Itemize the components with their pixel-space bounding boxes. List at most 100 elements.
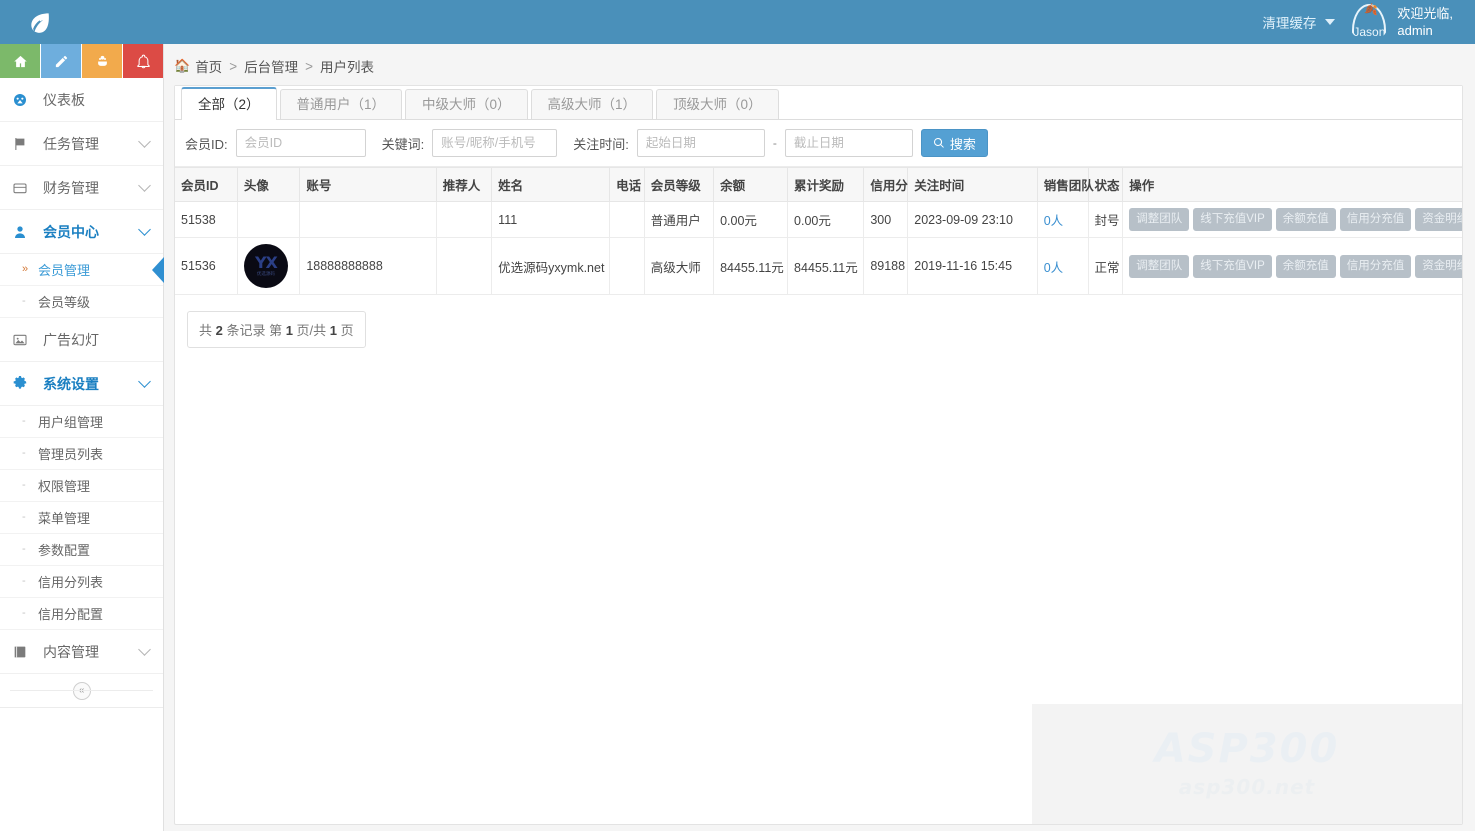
tab-normal-user[interactable]: 普通用户（1） (280, 89, 403, 119)
col-account: 账号 (300, 168, 436, 202)
sidebar-item-label: 系统设置 (34, 374, 140, 394)
clear-cache-dropdown[interactable]: 清理缓存 (1248, 0, 1349, 44)
col-balance: 余额 (714, 168, 788, 202)
quick-action-home[interactable] (0, 44, 40, 78)
cell-referrer (436, 202, 491, 238)
cell-member-id: 51538 (175, 202, 237, 238)
cell-credit: 89188 (864, 238, 908, 295)
credit-recharge-button[interactable]: 信用分充值 (1340, 255, 1412, 278)
offline-vip-recharge-button[interactable]: 线下充值VIP (1193, 255, 1272, 278)
tab-senior-master[interactable]: 高级大师（1） (531, 89, 654, 119)
welcome-text: 欢迎光临, admin (1397, 5, 1453, 39)
credit-recharge-button[interactable]: 信用分充值 (1340, 208, 1412, 231)
search-button[interactable]: 搜索 (921, 129, 988, 157)
sidebar-item-credit-score-list[interactable]: - 信用分列表 (0, 566, 163, 598)
cell-account (300, 202, 436, 238)
sidebar-subitem-label: 用户组管理 (38, 412, 103, 431)
sidebar-item-admin-list[interactable]: - 管理员列表 (0, 438, 163, 470)
member-id-input[interactable] (236, 129, 366, 157)
cell-balance: 0.00元 (714, 202, 788, 238)
sidebar-item-member-management[interactable]: » 会员管理 (0, 254, 163, 286)
cell-member-id: 51536 (175, 238, 237, 295)
breadcrumb: 🏠 首页 > 后台管理 > 用户列表 (164, 44, 1475, 85)
row-action-group: 调整团队 线下充值VIP 余额充值 信用分充值 资金明细 信用分明细 详细信息 (1129, 255, 1462, 278)
date-start-input[interactable] (637, 129, 765, 157)
home-icon: 🏠 (174, 58, 190, 74)
page-scrollbar[interactable] (1469, 0, 1475, 831)
dash-icon: - (22, 512, 32, 523)
fund-details-button[interactable]: 资金明细 (1415, 208, 1462, 231)
sidebar-item-permission-management[interactable]: - 权限管理 (0, 470, 163, 502)
date-end-input[interactable] (785, 129, 913, 157)
flag-icon (12, 136, 34, 152)
balance-recharge-button[interactable]: 余额充值 (1276, 208, 1336, 231)
sidebar-item-label: 会员中心 (34, 222, 140, 242)
dash-icon: - (22, 576, 32, 587)
filter-tabs: 全部（2） 普通用户（1） 中级大师（0） 高级大师（1） 顶级大师（0） (175, 86, 1462, 120)
sales-team-link[interactable]: 0人 (1044, 261, 1063, 275)
sidebar-item-member-center[interactable]: 会员中心 (0, 210, 163, 254)
main-content: 🏠 首页 > 后台管理 > 用户列表 全部（2） 普通用户（1） 中级大师（0）… (164, 44, 1475, 831)
adjust-team-button[interactable]: 调整团队 (1129, 255, 1189, 278)
avatar-initials: YX (255, 256, 277, 270)
breadcrumb-item-home[interactable]: 首页 (195, 56, 222, 76)
cell-level: 普通用户 (644, 202, 713, 238)
user-menu[interactable]: 🍂 Jason 欢迎光临, admin (1349, 0, 1475, 44)
col-sales-team: 销售团队 (1037, 168, 1088, 202)
sidebar-item-member-level[interactable]: - 会员等级 (0, 286, 163, 318)
chevron-down-icon (1325, 19, 1335, 25)
leaf-icon (27, 9, 53, 35)
sales-team-link[interactable]: 0人 (1044, 214, 1063, 228)
sidebar-item-user-group-management[interactable]: - 用户组管理 (0, 406, 163, 438)
keyword-input[interactable] (432, 129, 557, 157)
col-reward: 累计奖励 (788, 168, 864, 202)
chevron-down-icon (138, 223, 151, 236)
sidebar-item-content-management[interactable]: 内容管理 (0, 630, 163, 674)
dash-icon: - (22, 544, 32, 555)
tab-all[interactable]: 全部（2） (181, 87, 277, 120)
breadcrumb-item-current: 用户列表 (320, 56, 374, 76)
sidebar-item-system-settings[interactable]: 系统设置 (0, 362, 163, 406)
breadcrumb-separator: > (229, 59, 237, 74)
search-button-label: 搜索 (950, 134, 976, 153)
pagination-area: 共 2 条记录 第 1 页/共 1 页 (175, 295, 1462, 364)
col-credit: 信用分 (864, 168, 908, 202)
follow-time-label: 关注时间: (573, 134, 629, 153)
quick-action-users[interactable] (82, 44, 122, 78)
tab-top-master[interactable]: 顶级大师（0） (656, 89, 779, 119)
sidebar-item-menu-management[interactable]: - 菜单管理 (0, 502, 163, 534)
sidebar-item-dashboard[interactable]: 仪表板 (0, 78, 163, 122)
cell-credit: 300 (864, 202, 908, 238)
table-header-row: 会员ID 头像 账号 推荐人 姓名 电话 会员等级 余额 累计奖励 信用分 关注… (175, 168, 1462, 202)
sidebar-item-ad-slider[interactable]: 广告幻灯 (0, 318, 163, 362)
fund-details-button[interactable]: 资金明细 (1415, 255, 1462, 278)
sidebar-subitem-label: 会员等级 (38, 292, 90, 311)
top-header-bar: 清理缓存 🍂 Jason 欢迎光临, admin (0, 0, 1475, 44)
col-phone: 电话 (610, 168, 645, 202)
cell-account: 18888888888 (300, 238, 436, 295)
quick-action-edit[interactable] (41, 44, 81, 78)
sidebar-item-finance-management[interactable]: 财务管理 (0, 166, 163, 210)
app-logo[interactable] (0, 0, 80, 44)
adjust-team-button[interactable]: 调整团队 (1129, 208, 1189, 231)
user-icon (12, 224, 34, 240)
col-avatar: 头像 (237, 168, 299, 202)
tab-intermediate-master[interactable]: 中级大师（0） (405, 89, 528, 119)
sidebar-item-parameter-config[interactable]: - 参数配置 (0, 534, 163, 566)
breadcrumb-item-admin[interactable]: 后台管理 (244, 56, 298, 76)
quick-action-alerts[interactable] (123, 44, 163, 78)
sidebar-item-task-management[interactable]: 任务管理 (0, 122, 163, 166)
offline-vip-recharge-button[interactable]: 线下充值VIP (1193, 208, 1272, 231)
avatar: YX 优选源码 (244, 244, 288, 288)
cell-reward: 0.00元 (788, 202, 864, 238)
users-icon (95, 54, 110, 69)
table-row: 51536 YX 优选源码 18888888888 优选源码yxymk.net … (175, 238, 1462, 295)
sidebar-item-credit-score-config[interactable]: - 信用分配置 (0, 598, 163, 630)
balance-recharge-button[interactable]: 余额充值 (1276, 255, 1336, 278)
home-icon (13, 54, 28, 69)
sidebar-subitem-label: 参数配置 (38, 540, 90, 559)
system-settings-submenu: - 用户组管理 - 管理员列表 - 权限管理 - 菜单管理 - 参数配置 - 信… (0, 406, 163, 630)
welcome-line-2: admin (1397, 22, 1453, 39)
avatar-name: Jason (1353, 26, 1385, 42)
cell-follow-time: 2019-11-16 15:45 (908, 238, 1037, 295)
